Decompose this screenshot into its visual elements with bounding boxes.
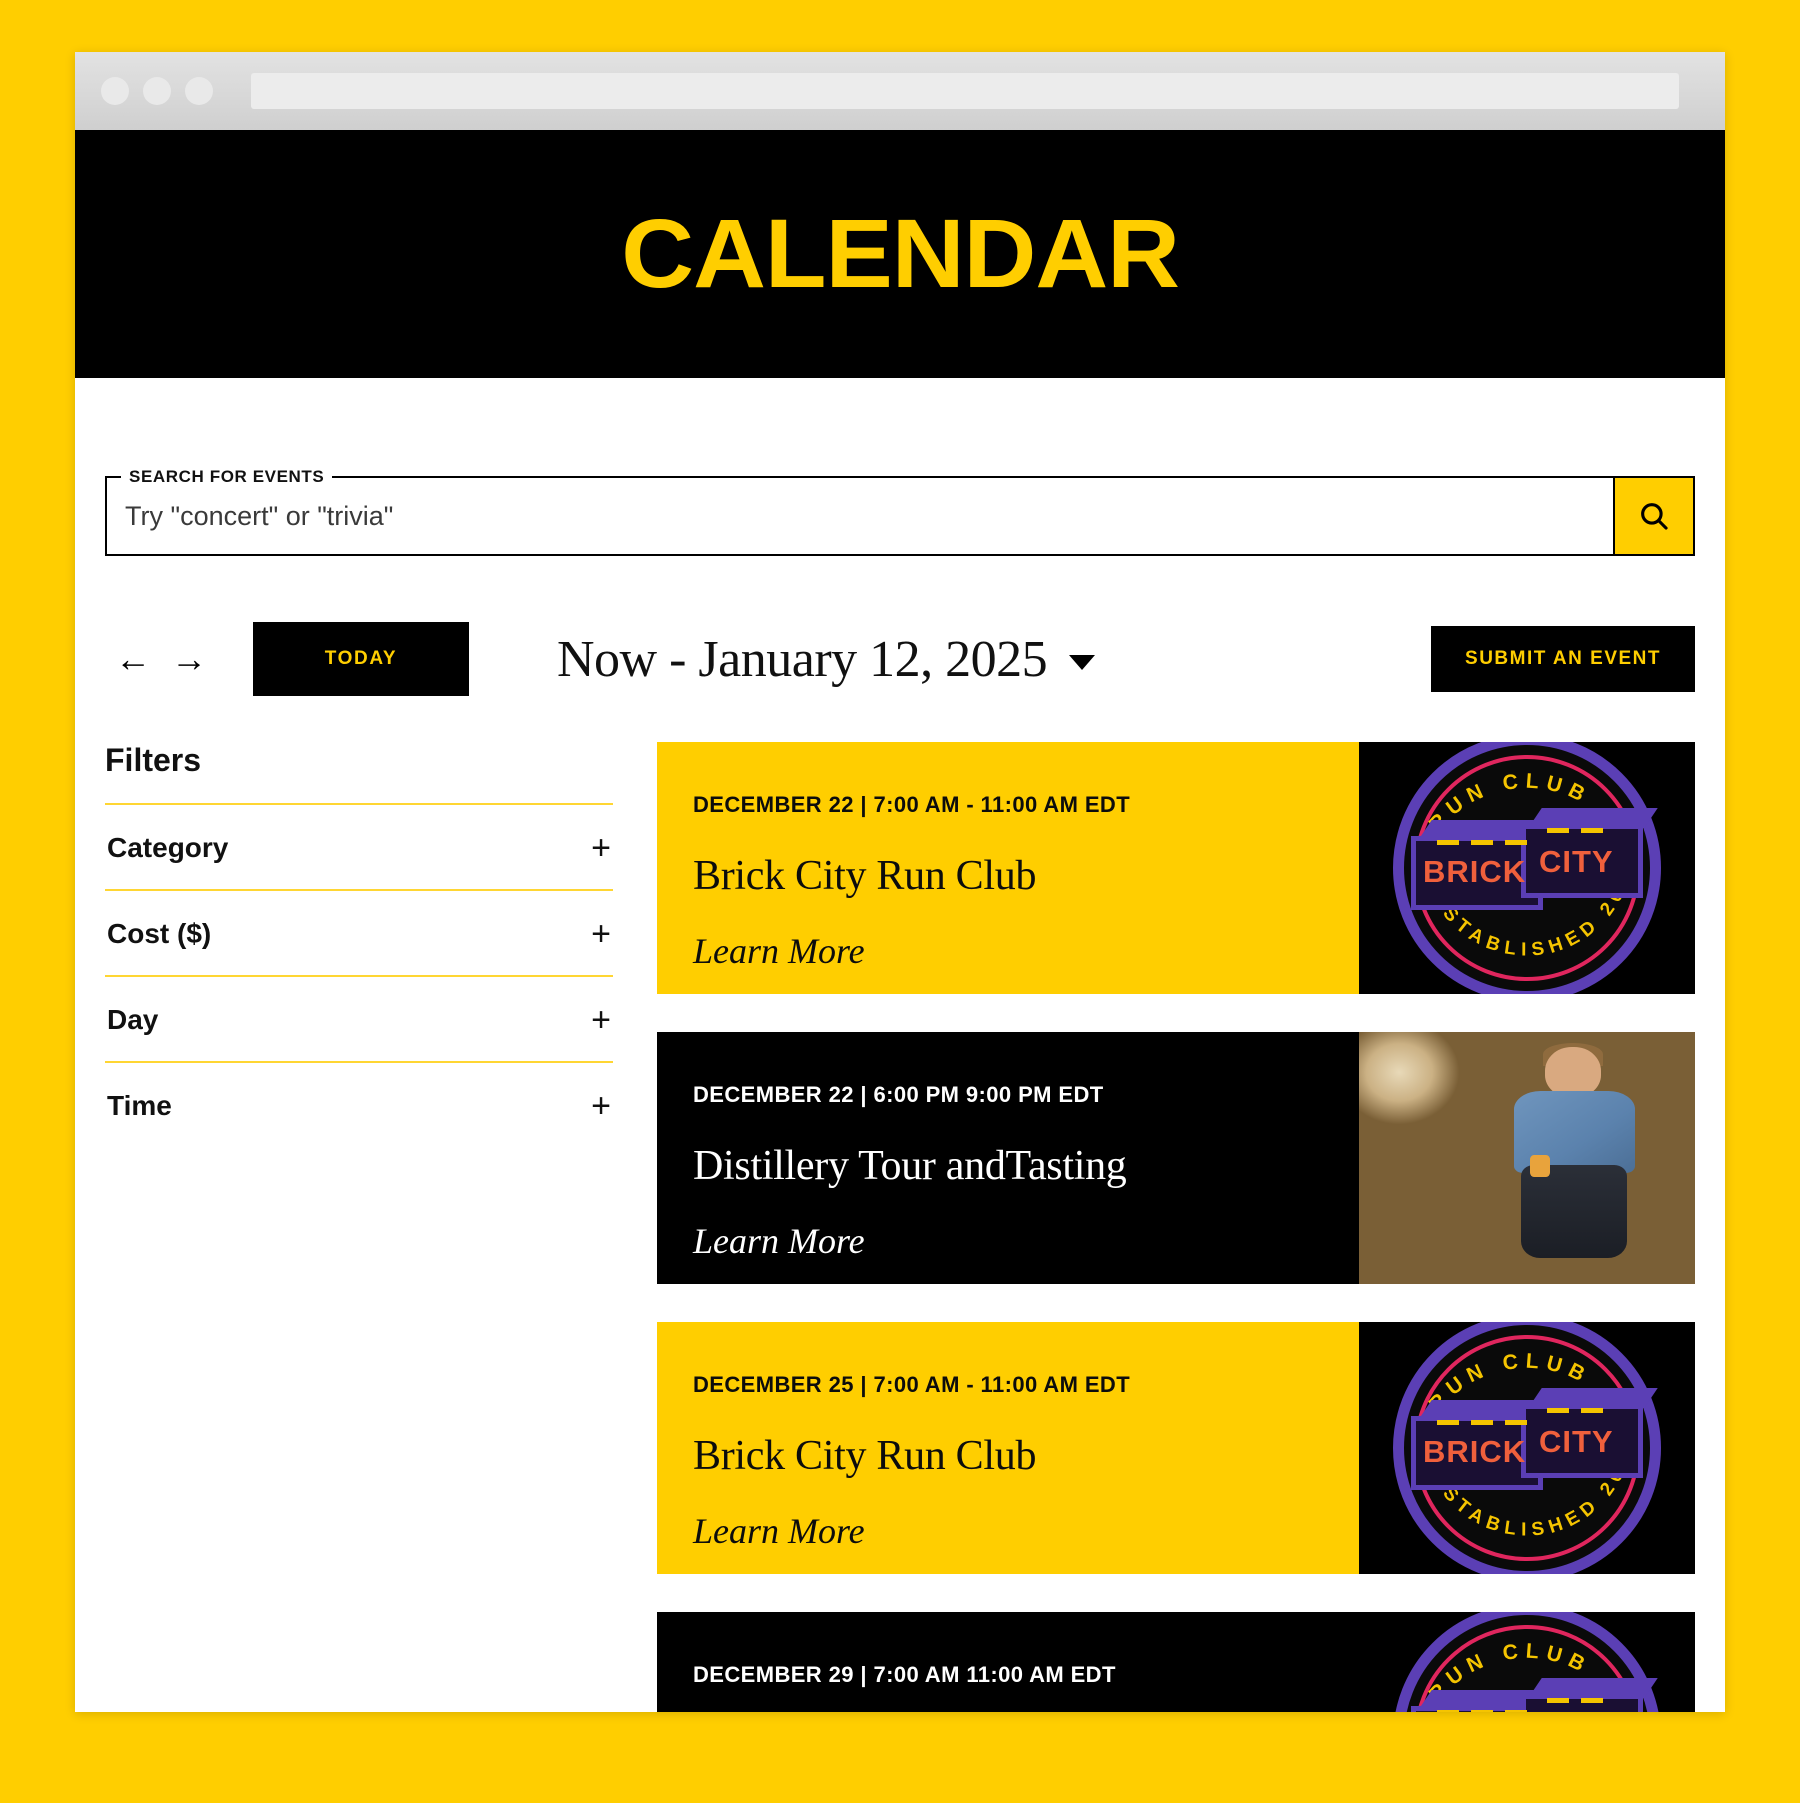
brick-dashes-right — [1547, 1408, 1603, 1413]
next-arrow-icon[interactable]: → — [161, 637, 217, 681]
filters-title: Filters — [105, 742, 202, 778]
badge-bricks: BRICK CITY — [1411, 1388, 1658, 1502]
event-datetime: DECEMBER 25 | 7:00 AM - 11:00 AM EDT — [693, 1372, 1131, 1397]
learn-more-link[interactable]: Learn More — [693, 930, 1359, 972]
distillery-photo — [1359, 1032, 1695, 1284]
filters-sidebar: Filters Category + Cost ($) + Day + Time… — [105, 742, 613, 1712]
submit-event-button[interactable]: SUBMIT AN EVENT — [1431, 626, 1695, 692]
filter-cost[interactable]: Cost ($) + — [105, 889, 613, 975]
event-title: Brick City Run Club — [693, 1433, 1037, 1479]
learn-more-link[interactable]: Learn More — [693, 1220, 1359, 1262]
brick-city-logo: RUN CLUB ESTABLISHED 2020 — [1359, 742, 1695, 994]
event-text: DECEMBER 22 | 7:00 AM - 11:00 AM EDT Bri… — [657, 742, 1359, 994]
maximize-dot[interactable] — [185, 77, 213, 105]
whiskey-glass — [1530, 1154, 1550, 1178]
filter-category[interactable]: Category + — [105, 803, 613, 889]
event-media: RUN CLUB ESTABLISHED 2020 — [1359, 1322, 1695, 1574]
event-title: Brick City Run Club — [693, 853, 1037, 899]
event-datetime: DECEMBER 22 | 6:00 PM 9:00 PM EDT — [693, 1082, 1104, 1107]
date-label: Now - January 12, 2025 — [557, 630, 1048, 688]
traffic-lights — [101, 77, 213, 105]
badge-word-brick: BRICK — [1423, 1434, 1527, 1469]
browser-window: CALENDAR SEARCH FOR EVENTS ← → TOD — [75, 52, 1725, 1712]
brick-city-logo: RUN CLUB ESTABLISHED 2020 — [1359, 1612, 1695, 1712]
expand-plus-icon: + — [591, 915, 611, 953]
filter-label: Time — [107, 1090, 172, 1121]
photo-person — [1513, 1042, 1635, 1258]
search-fieldset: SEARCH FOR EVENTS — [105, 467, 1613, 556]
date-selector[interactable]: Now - January 12, 2025 — [557, 630, 1096, 689]
brick-city-logo: RUN CLUB ESTABLISHED 2020 — [1359, 1322, 1695, 1574]
brick-dashes-right — [1547, 828, 1603, 833]
badge-word-brick: BRICK — [1423, 854, 1527, 889]
calendar-body: Filters Category + Cost ($) + Day + Time… — [105, 742, 1695, 1712]
event-text: DECEMBER 22 | 6:00 PM 9:00 PM EDT Distil… — [657, 1032, 1359, 1284]
filter-time[interactable]: Time + — [105, 1061, 613, 1147]
filter-label: Day — [107, 1004, 159, 1035]
expand-plus-icon: + — [591, 1087, 611, 1125]
event-text: DECEMBER 25 | 7:00 AM - 11:00 AM EDT Bri… — [657, 1322, 1359, 1574]
brick-dashes-right — [1547, 1698, 1603, 1703]
expand-plus-icon: + — [591, 829, 611, 867]
close-dot[interactable] — [101, 77, 129, 105]
chevron-down-icon — [1069, 654, 1096, 670]
event-media — [1359, 1032, 1695, 1284]
page-content: SEARCH FOR EVENTS ← → TODAY Now - Januar… — [75, 378, 1725, 1712]
event-datetime: DECEMBER 29 | 7:00 AM 11:00 AM EDT — [693, 1662, 1116, 1687]
today-button[interactable]: TODAY — [253, 622, 469, 696]
filter-label: Cost ($) — [107, 918, 212, 949]
event-card[interactable]: DECEMBER 22 | 7:00 AM - 11:00 AM EDT Bri… — [657, 742, 1695, 994]
search-bar: SEARCH FOR EVENTS — [105, 467, 1695, 556]
page-header: CALENDAR — [75, 130, 1725, 378]
filter-label: Category — [107, 832, 229, 863]
search-input[interactable] — [125, 500, 1613, 532]
badge-word-city: CITY — [1539, 1424, 1614, 1459]
event-card[interactable]: DECEMBER 25 | 7:00 AM - 11:00 AM EDT Bri… — [657, 1322, 1695, 1574]
minimize-dot[interactable] — [143, 77, 171, 105]
event-card[interactable]: DECEMBER 22 | 6:00 PM 9:00 PM EDT Distil… — [657, 1032, 1695, 1284]
expand-plus-icon: + — [591, 1001, 611, 1039]
learn-more-link[interactable]: Learn More — [693, 1510, 1359, 1552]
browser-chrome — [75, 52, 1725, 130]
event-datetime: DECEMBER 22 | 7:00 AM - 11:00 AM EDT — [693, 792, 1131, 817]
search-submit-button[interactable] — [1613, 476, 1695, 556]
event-media: RUN CLUB ESTABLISHED 2020 — [1359, 1612, 1695, 1712]
person-legs — [1520, 1164, 1628, 1258]
event-media: RUN CLUB ESTABLISHED 2020 — [1359, 742, 1695, 994]
page-title: CALENDAR — [621, 199, 1180, 308]
brick-right — [1521, 1694, 1643, 1712]
search-legend: SEARCH FOR EVENTS — [121, 467, 333, 487]
badge-bricks: BRICK CITY — [1411, 808, 1658, 922]
brick-dashes-left — [1437, 1420, 1527, 1425]
person-head — [1544, 1047, 1601, 1097]
badge-bricks: BRICK CITY — [1411, 1678, 1658, 1712]
badge-word-city: CITY — [1539, 844, 1614, 879]
brick-dashes-left — [1437, 840, 1527, 845]
event-card[interactable]: DECEMBER 29 | 7:00 AM 11:00 AM EDT Brick… — [657, 1612, 1695, 1712]
event-text: DECEMBER 29 | 7:00 AM 11:00 AM EDT Brick… — [657, 1612, 1359, 1712]
prev-arrow-icon[interactable]: ← — [105, 637, 161, 681]
url-bar[interactable] — [251, 73, 1679, 109]
events-list: DECEMBER 22 | 7:00 AM - 11:00 AM EDT Bri… — [657, 742, 1695, 1712]
search-icon — [1637, 499, 1671, 533]
filter-day[interactable]: Day + — [105, 975, 613, 1061]
event-title: Distillery Tour andTasting — [693, 1143, 1127, 1189]
brick-dashes-left — [1437, 1710, 1527, 1712]
calendar-nav: ← → TODAY Now - January 12, 2025 SUBMIT … — [105, 614, 1695, 704]
